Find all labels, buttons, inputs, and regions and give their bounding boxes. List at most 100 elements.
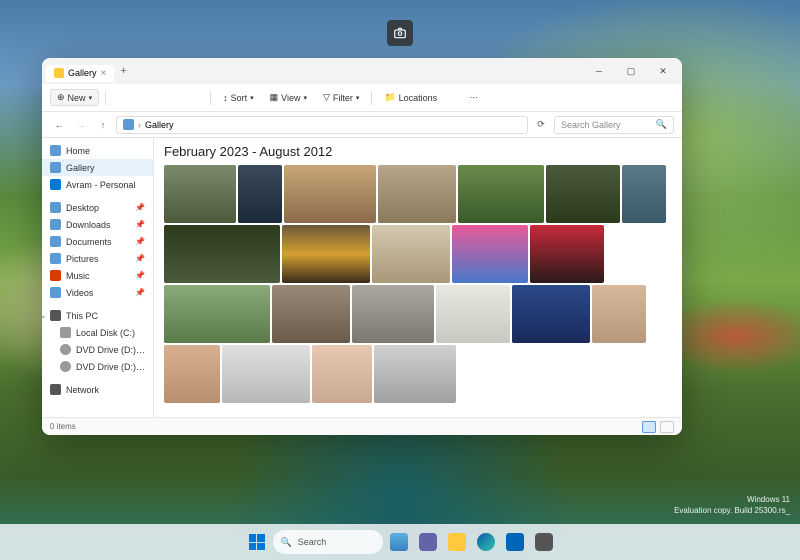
disc-icon [60, 344, 71, 355]
windows-logo-icon [249, 534, 265, 550]
chevron-right-icon: › [42, 180, 43, 189]
sidebar-item-thispc[interactable]: ⌄This PC [42, 307, 153, 324]
sidebar-item-documents[interactable]: Documents📌 [42, 233, 153, 250]
locations-button[interactable]: 📁 Locations [378, 89, 443, 106]
chat-icon [419, 533, 437, 551]
screen-snip-button[interactable] [387, 20, 413, 46]
sidebar-item-home[interactable]: Home [42, 142, 153, 159]
sidebar-item-network[interactable]: ›Network [42, 381, 153, 398]
photo-thumbnail[interactable] [458, 165, 544, 223]
photo-thumbnail[interactable] [222, 345, 310, 403]
sidebar-item-gallery[interactable]: Gallery [42, 159, 153, 176]
breadcrumb-label: Gallery [145, 120, 174, 130]
plus-icon: ⊕ [57, 92, 65, 103]
disc-icon [60, 361, 71, 372]
sidebar-item-videos[interactable]: Videos📌 [42, 284, 153, 301]
sidebar-item-pictures[interactable]: Pictures📌 [42, 250, 153, 267]
photo-thumbnail[interactable] [352, 285, 434, 343]
photo-thumbnail[interactable] [238, 165, 282, 223]
pin-icon: 📌 [135, 237, 145, 246]
sidebar-item-music[interactable]: Music📌 [42, 267, 153, 284]
start-button[interactable] [244, 529, 270, 555]
photo-thumbnail[interactable] [164, 225, 280, 283]
sidebar-item-dvd1[interactable]: DVD Drive (D:) CC [42, 341, 153, 358]
windows-watermark: Windows 11 Evaluation copy. Build 25300.… [674, 495, 790, 516]
ellipsis-icon: ⋯ [469, 92, 478, 103]
taskbar-search[interactable]: 🔍 Search [273, 530, 383, 554]
photo-thumbnail[interactable] [164, 285, 270, 343]
photo-thumbnail[interactable] [452, 225, 528, 283]
sidebar-item-downloads[interactable]: Downloads📌 [42, 216, 153, 233]
delete-button[interactable] [192, 92, 204, 103]
photo-thumbnail[interactable] [512, 285, 590, 343]
thumbnail-view-button[interactable] [642, 421, 656, 433]
more-button[interactable]: ⋯ [463, 89, 484, 106]
maximize-button[interactable]: ▢ [616, 60, 646, 82]
tab-gallery[interactable]: Gallery × [46, 65, 114, 82]
new-tab-button[interactable]: + [120, 65, 126, 77]
copy-button[interactable] [128, 92, 140, 103]
up-button[interactable]: ↑ [94, 116, 112, 134]
sidebar-item-localdisk[interactable]: Local Disk (C:) [42, 324, 153, 341]
refresh-button[interactable]: ⟳ [532, 116, 550, 134]
new-button[interactable]: ⊕ New ▾ [50, 89, 99, 106]
photo-thumbnail[interactable] [592, 285, 646, 343]
taskbar[interactable]: 🔍 Search [0, 524, 800, 560]
cut-button[interactable] [112, 92, 124, 103]
task-view-button[interactable] [386, 529, 412, 555]
taskbar-app-explorer[interactable] [444, 529, 470, 555]
sidebar-item-onedrive[interactable]: ›Avram - Personal [42, 176, 153, 193]
photo-thumbnail[interactable] [164, 345, 220, 403]
music-icon [50, 270, 61, 281]
documents-icon [50, 236, 61, 247]
breadcrumb[interactable]: › Gallery [116, 116, 528, 134]
photo-thumbnail[interactable] [272, 285, 350, 343]
filter-button[interactable]: ▽ Filter ▾ [317, 89, 365, 106]
sidebar-item-dvd2[interactable]: DVD Drive (D:) CCC [42, 358, 153, 375]
date-range-heading: February 2023 - August 2012 [154, 138, 682, 165]
close-button[interactable]: ✕ [648, 60, 678, 82]
photo-thumbnail[interactable] [436, 285, 510, 343]
chevron-right-icon: › [42, 385, 43, 394]
taskbar-app-edge[interactable] [473, 529, 499, 555]
view-icon: ▦ [270, 92, 279, 103]
tab-close-button[interactable]: × [101, 68, 107, 79]
details-view-button[interactable] [660, 421, 674, 433]
paste-button[interactable] [144, 92, 156, 103]
sidebar-item-desktop[interactable]: Desktop📌 [42, 199, 153, 216]
back-button[interactable]: ← [50, 116, 68, 134]
store-icon [506, 533, 524, 551]
photo-thumbnail[interactable] [530, 225, 604, 283]
locations-icon: 📁 [384, 92, 395, 103]
photo-thumbnail[interactable] [312, 345, 372, 403]
taskbar-app-store[interactable] [502, 529, 528, 555]
photo-thumbnail[interactable] [164, 165, 236, 223]
pin-icon: 📌 [135, 220, 145, 229]
taskbar-app-settings[interactable] [531, 529, 557, 555]
status-bar: 0 items [42, 417, 682, 435]
photo-thumbnail[interactable] [622, 165, 666, 223]
chevron-down-icon: ▾ [89, 94, 93, 102]
share-button[interactable] [176, 92, 188, 103]
photo-thumbnail[interactable] [374, 345, 456, 403]
tab-title: Gallery [68, 68, 97, 78]
search-icon: 🔍 [656, 119, 667, 130]
task-view-icon [390, 533, 408, 551]
rename-button[interactable] [160, 92, 172, 103]
photo-thumbnail[interactable] [546, 165, 620, 223]
chevron-right-icon: › [138, 120, 141, 130]
phone-link-button[interactable] [447, 92, 459, 103]
taskbar-app-chat[interactable] [415, 529, 441, 555]
gallery-icon [50, 162, 61, 173]
photo-thumbnail[interactable] [282, 225, 370, 283]
address-bar: ← → ↑ › Gallery ⟳ Search Gallery 🔍 [42, 112, 682, 138]
photo-thumbnail[interactable] [284, 165, 376, 223]
sort-button[interactable]: ↕ Sort ▾ [217, 90, 260, 106]
photo-thumbnail[interactable] [372, 225, 450, 283]
view-button[interactable]: ▦ View ▾ [264, 89, 313, 106]
titlebar[interactable]: Gallery × + ─ ▢ ✕ [42, 58, 682, 84]
search-input[interactable]: Search Gallery 🔍 [554, 116, 674, 134]
forward-button[interactable]: → [72, 116, 90, 134]
photo-thumbnail[interactable] [378, 165, 456, 223]
minimize-button[interactable]: ─ [584, 60, 614, 82]
